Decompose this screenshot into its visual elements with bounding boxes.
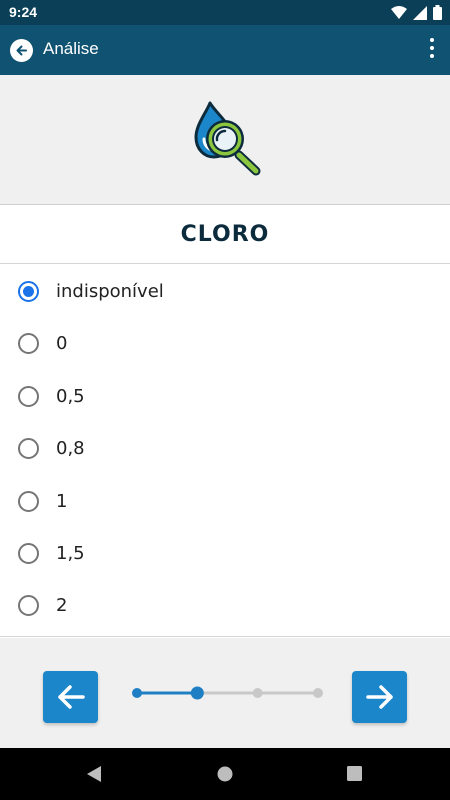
arrow-left-icon <box>57 685 85 709</box>
status-time: 9:24 <box>9 4 38 20</box>
radio-option[interactable]: 1 <box>0 475 450 527</box>
radio-option[interactable]: 0 <box>0 317 450 369</box>
radio-option-label: 0,5 <box>56 385 85 407</box>
water-drop-magnifier-icon <box>194 101 261 176</box>
radio-option-label: 1,5 <box>56 542 85 564</box>
radio-option-label: indisponível <box>56 280 164 302</box>
radio-button[interactable] <box>18 437 39 459</box>
radio-button[interactable] <box>18 385 39 407</box>
arrow-left-icon <box>16 45 27 56</box>
battery-icon <box>433 5 442 20</box>
radio-option-label: 1 <box>56 490 68 512</box>
back-button[interactable] <box>10 39 33 62</box>
radio-option[interactable]: 1,5 <box>0 527 450 579</box>
radio-button[interactable] <box>18 594 39 616</box>
radio-group: indisponível 0 0,5 0,8 1 1,5 2 <box>0 265 450 637</box>
radio-button[interactable] <box>18 542 39 564</box>
more-vert-icon <box>430 38 434 42</box>
hero-banner <box>0 75 450 205</box>
previous-button[interactable] <box>43 671 98 723</box>
wifi-icon <box>391 5 407 19</box>
step-navigation <box>0 638 450 748</box>
status-bar: 9:24 <box>0 0 450 25</box>
arrow-right-icon <box>365 685 393 709</box>
radio-option-label: 2 <box>56 594 68 616</box>
progress-step-dot <box>252 688 263 698</box>
system-back-icon[interactable] <box>86 765 102 783</box>
radio-option[interactable]: 0,8 <box>0 422 450 474</box>
progress-step-dot <box>313 688 323 698</box>
step-progress-indicator <box>132 686 323 700</box>
radio-button[interactable] <box>18 490 39 512</box>
radio-button[interactable] <box>18 280 39 302</box>
radio-button[interactable] <box>18 332 39 354</box>
progress-step-dot <box>132 688 142 698</box>
next-button[interactable] <box>352 671 407 723</box>
radio-option-label: 0,8 <box>56 437 85 459</box>
question-title: CLORO <box>180 222 270 247</box>
system-home-icon[interactable] <box>217 766 233 782</box>
app-bar: Análise <box>0 25 450 75</box>
system-navigation-bar <box>0 748 450 800</box>
radio-option[interactable]: 0,5 <box>0 370 450 422</box>
signal-icon <box>413 5 427 20</box>
radio-option[interactable]: 2 <box>0 579 450 631</box>
radio-option-label: 0 <box>56 332 68 354</box>
question-heading: CLORO <box>0 206 450 264</box>
system-recents-icon[interactable] <box>347 766 362 781</box>
status-icons <box>391 5 442 20</box>
radio-option[interactable]: indisponível <box>0 265 450 317</box>
page-title: Análise <box>43 39 99 58</box>
progress-step-dot <box>190 686 204 700</box>
more-options-button[interactable] <box>426 38 438 64</box>
